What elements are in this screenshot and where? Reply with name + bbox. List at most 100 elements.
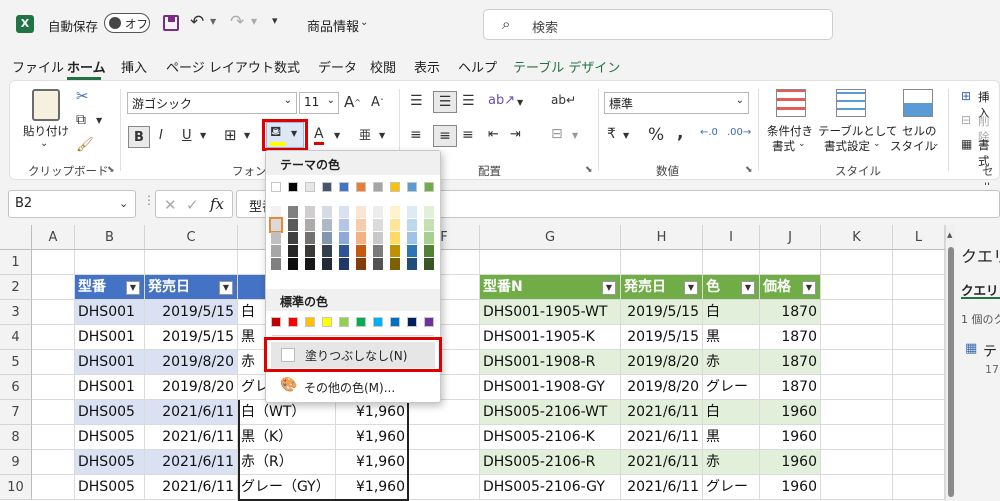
align-left-icon[interactable]: ≡ bbox=[410, 127, 422, 143]
theme-shade-swatch[interactable] bbox=[271, 258, 281, 270]
table2-cell[interactable]: DHS001-1905-K bbox=[480, 325, 621, 350]
table2-header-cell[interactable]: 価格 ▼ bbox=[760, 275, 821, 300]
empty-cell[interactable] bbox=[893, 275, 945, 300]
theme-shade-swatch[interactable] bbox=[288, 219, 298, 231]
align-middle-icon[interactable]: ☰ bbox=[433, 91, 457, 113]
cell-r1[interactable] bbox=[145, 250, 238, 275]
table2-cell[interactable]: 1870 bbox=[760, 375, 821, 400]
table2-cell[interactable]: DHS005-2106-WT bbox=[480, 400, 621, 425]
format-as-table-label2[interactable]: 書式設定 bbox=[824, 138, 870, 154]
standard-color-swatch[interactable] bbox=[373, 317, 383, 327]
standard-color-swatch[interactable] bbox=[322, 317, 332, 327]
borders-icon[interactable]: ⊞ bbox=[224, 126, 237, 144]
theme-shade-swatch[interactable] bbox=[356, 206, 366, 218]
cell-r1[interactable] bbox=[893, 250, 945, 275]
table1-cell[interactable]: DHS001 bbox=[75, 325, 145, 350]
theme-shade-swatch[interactable] bbox=[407, 258, 417, 270]
theme-shade-swatch[interactable] bbox=[424, 219, 434, 231]
cell-r1[interactable] bbox=[760, 250, 821, 275]
cell-r1[interactable] bbox=[480, 250, 621, 275]
table1-cell[interactable]: DHS005 bbox=[75, 425, 145, 450]
table2-header-cell[interactable]: 型番N ▼ bbox=[480, 275, 621, 300]
menu-home[interactable]: ホーム bbox=[67, 57, 106, 76]
theme-shade-swatch[interactable] bbox=[407, 245, 417, 257]
empty-cell[interactable] bbox=[821, 350, 893, 375]
filter-button-icon[interactable]: ▼ bbox=[802, 281, 816, 295]
table1-cell[interactable]: 2021/6/11 bbox=[145, 475, 238, 500]
theme-shade-swatch[interactable] bbox=[339, 258, 349, 270]
align-bottom-icon[interactable]: ☰ bbox=[462, 93, 475, 109]
theme-shade-swatch[interactable] bbox=[373, 219, 383, 231]
table1-cell[interactable]: DHS005 bbox=[75, 450, 145, 475]
table2-header-cell[interactable]: 色 ▼ bbox=[703, 275, 760, 300]
empty-cell[interactable] bbox=[821, 475, 893, 500]
orientation-dropdown-icon[interactable]: ▼ bbox=[517, 98, 523, 107]
autosave-toggle[interactable]: オフ bbox=[104, 13, 150, 33]
cell-styles-label1[interactable]: セルの bbox=[902, 123, 937, 139]
theme-shade-swatch[interactable] bbox=[356, 219, 366, 231]
accounting-format-icon[interactable]: ₹ bbox=[607, 126, 616, 142]
cell-r1[interactable] bbox=[621, 250, 703, 275]
table2-cell[interactable]: 1960 bbox=[760, 475, 821, 500]
standard-color-swatch[interactable] bbox=[407, 317, 417, 327]
theme-shade-swatch[interactable] bbox=[424, 232, 434, 244]
wrap-text-icon[interactable]: ab↵ bbox=[551, 93, 576, 107]
theme-color-swatch[interactable] bbox=[322, 182, 332, 192]
empty-cell[interactable] bbox=[409, 425, 480, 450]
filter-button-icon[interactable]: ▼ bbox=[602, 281, 616, 295]
conditional-format-icon[interactable] bbox=[776, 89, 806, 117]
table2-cell[interactable]: 赤 bbox=[703, 350, 760, 375]
empty-cell[interactable] bbox=[821, 375, 893, 400]
redo-icon[interactable]: ↷ bbox=[230, 12, 244, 32]
menu-page-layout[interactable]: ページ レイアウト bbox=[166, 57, 274, 76]
empty-cell[interactable] bbox=[893, 425, 945, 450]
enter-icon[interactable]: ✓ bbox=[186, 196, 199, 214]
table2-header-cell[interactable]: 発売日 ▼ bbox=[621, 275, 703, 300]
comma-style-icon[interactable]: , bbox=[677, 123, 683, 143]
theme-color-swatch[interactable] bbox=[356, 182, 366, 192]
paste-chevron-icon[interactable]: ⌄ bbox=[40, 138, 48, 149]
theme-color-swatch[interactable] bbox=[288, 182, 298, 192]
table2-cell[interactable]: DHS001-1905-WT bbox=[480, 300, 621, 325]
menu-view[interactable]: 表示 bbox=[414, 57, 440, 76]
format-painter-icon[interactable]: 🖌 bbox=[76, 137, 94, 153]
table1-cell[interactable]: DHS005 bbox=[75, 475, 145, 500]
clipboard-launcher-icon[interactable]: ⬊ bbox=[107, 165, 115, 175]
undo-dropdown-icon[interactable]: ▼ bbox=[210, 17, 216, 26]
table1-cell[interactable]: 2021/6/11 bbox=[145, 450, 238, 475]
table1-cell[interactable]: DHS001 bbox=[75, 375, 145, 400]
theme-shade-swatch[interactable] bbox=[288, 232, 298, 244]
theme-shade-swatch[interactable] bbox=[407, 206, 417, 218]
theme-color-swatch[interactable] bbox=[407, 182, 417, 192]
font-color-icon[interactable]: A bbox=[314, 125, 324, 145]
theme-shade-swatch[interactable] bbox=[322, 206, 332, 218]
font-size-select[interactable]: 11 ⌄ bbox=[299, 92, 339, 114]
underline-dropdown-icon[interactable]: ▼ bbox=[200, 131, 206, 140]
standard-color-swatch[interactable] bbox=[339, 317, 349, 327]
theme-shade-swatch[interactable] bbox=[390, 232, 400, 244]
query-item-name[interactable]: テ bbox=[983, 341, 997, 361]
name-box[interactable]: B2 ⌄ bbox=[8, 190, 136, 218]
column-header-a[interactable]: A bbox=[32, 225, 75, 250]
theme-shade-swatch[interactable] bbox=[424, 258, 434, 270]
table2-cell[interactable]: 2019/5/15 bbox=[621, 300, 703, 325]
more-colors-item[interactable]: その他の色(M)... bbox=[304, 379, 395, 396]
table2-cell[interactable]: 2021/6/11 bbox=[621, 425, 703, 450]
theme-shade-swatch[interactable] bbox=[390, 245, 400, 257]
table2-cell[interactable]: 2021/6/11 bbox=[621, 450, 703, 475]
table2-cell[interactable]: グレー bbox=[703, 475, 760, 500]
underline-button[interactable]: U bbox=[182, 128, 192, 143]
cell-r1[interactable] bbox=[821, 250, 893, 275]
theme-color-swatch[interactable] bbox=[339, 182, 349, 192]
menu-file[interactable]: ファイル bbox=[12, 57, 64, 76]
orientation-icon[interactable]: ab↗ bbox=[488, 93, 515, 108]
theme-shade-swatch[interactable] bbox=[339, 206, 349, 218]
customize-qat-icon[interactable]: ▾ bbox=[272, 14, 278, 27]
pane-scrollbar[interactable]: ▲ bbox=[945, 225, 955, 501]
empty-cell[interactable] bbox=[32, 425, 75, 450]
theme-shade-swatch[interactable] bbox=[271, 232, 281, 244]
theme-shade-swatch[interactable] bbox=[339, 245, 349, 257]
theme-shade-swatch[interactable] bbox=[390, 219, 400, 231]
theme-shade-swatch[interactable] bbox=[322, 258, 332, 270]
column-header-g[interactable]: G bbox=[480, 225, 621, 250]
